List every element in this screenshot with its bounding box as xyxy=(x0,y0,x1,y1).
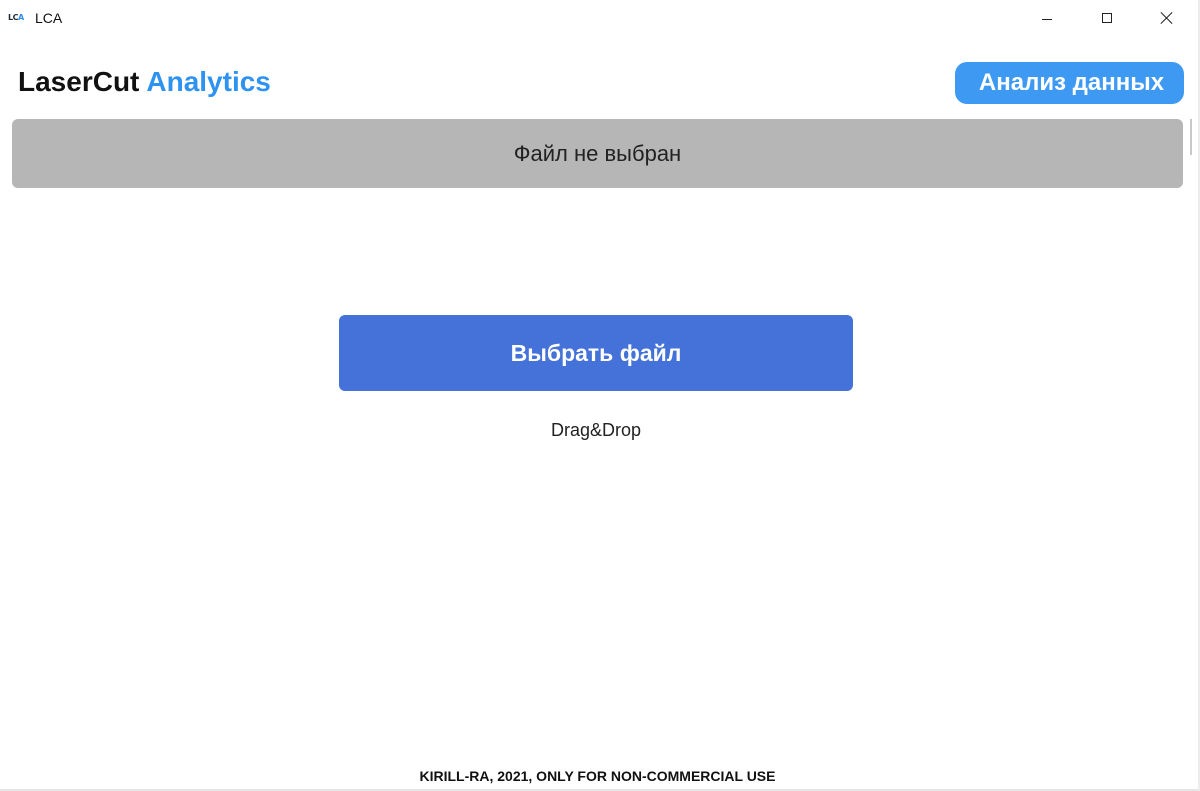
analyze-data-button[interactable]: Анализ данных xyxy=(955,62,1184,104)
drag-drop-hint: Drag&Drop xyxy=(550,420,642,440)
choose-file-label: Выбрать файл xyxy=(510,339,682,366)
title-bar[interactable]: LCA LCA xyxy=(0,0,1200,36)
choose-file-button[interactable]: Выбрать файл xyxy=(339,315,853,391)
file-status-bar: Файл не выбран xyxy=(12,119,1183,188)
minimize-button[interactable] xyxy=(1024,0,1070,36)
maximize-icon xyxy=(1102,13,1112,23)
minimize-icon xyxy=(1042,18,1052,20)
app-logo-icon-right: A xyxy=(17,13,24,22)
brand-name-dark: LaserCut xyxy=(18,66,140,97)
maximize-button[interactable] xyxy=(1084,0,1130,36)
close-icon xyxy=(1161,12,1173,24)
scrollbar-edge xyxy=(1190,119,1192,155)
brand-name-blue: Analytics xyxy=(146,66,271,97)
app-logo-icon: LCA xyxy=(8,12,24,24)
window-title: LCA xyxy=(35,10,63,26)
file-status-text: Файл не выбран xyxy=(513,140,682,166)
close-button[interactable] xyxy=(1144,0,1190,36)
footer-copyright: KIRILL-RA, 2021, ONLY FOR NON-COMMERCIAL… xyxy=(419,768,776,784)
app-window: LCA LCA LaserCut Analytics Анализ данных … xyxy=(0,0,1200,791)
app-brand-logo: LaserCut Analytics xyxy=(18,64,271,100)
app-logo-icon-left: LC xyxy=(8,13,18,22)
